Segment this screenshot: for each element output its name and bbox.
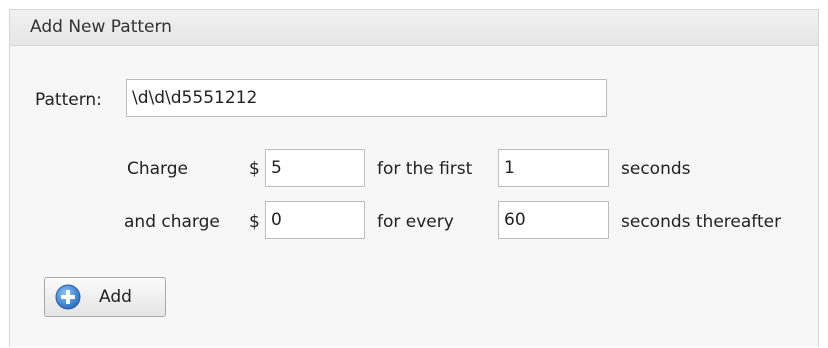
charge-currency-symbol: $ [249, 159, 260, 179]
pattern-label: Pattern: [35, 90, 102, 110]
add-button-label: Add [99, 287, 132, 307]
charge-label: Charge [127, 159, 189, 179]
seconds-label: seconds [621, 159, 691, 179]
for-every-label: for every [377, 212, 454, 232]
first-seconds-input[interactable] [498, 149, 609, 187]
panel-title: Add New Pattern [10, 10, 818, 46]
and-charge-currency-symbol: $ [249, 212, 260, 232]
and-charge-amount-input[interactable] [265, 201, 365, 239]
pattern-input[interactable] [126, 79, 607, 117]
every-seconds-input[interactable] [498, 201, 609, 239]
charge-amount-input[interactable] [265, 149, 365, 187]
add-new-pattern-panel: Add New Pattern Pattern: Charge $ for th… [9, 9, 819, 347]
add-button[interactable]: Add [44, 277, 166, 317]
seconds-thereafter-label: seconds thereafter [621, 212, 782, 232]
for-the-first-label: for the first [377, 159, 473, 179]
plus-circle-icon [55, 284, 81, 310]
and-charge-label: and charge [124, 212, 220, 232]
